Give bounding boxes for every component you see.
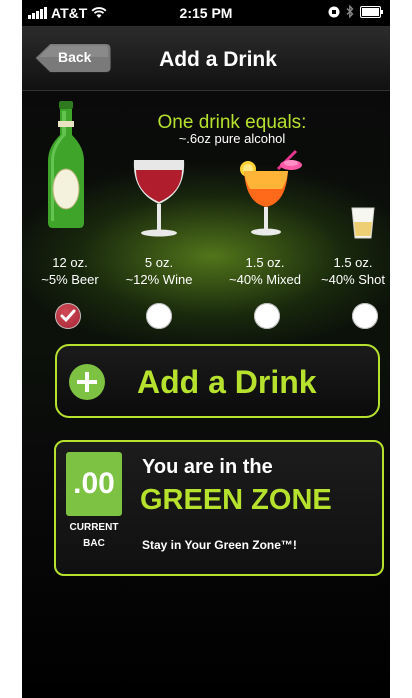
zone-name: GREEN ZONE bbox=[140, 484, 332, 516]
drink-size: 1.5 oz. bbox=[245, 255, 285, 270]
plus-icon bbox=[69, 364, 105, 400]
drink-option-shot-label: 1.5 oz. ~40% Shot bbox=[308, 254, 390, 288]
drink-desc: ~5% Beer bbox=[41, 272, 99, 287]
drink-size: 12 oz. bbox=[52, 255, 88, 270]
bac-zone-panel: .00 CURRENT BAC You are in the GREEN ZON… bbox=[54, 440, 384, 576]
battery-icon bbox=[360, 5, 383, 18]
drink-option-beer-label: 12 oz. ~5% Beer bbox=[25, 254, 115, 288]
shot-glass-icon[interactable] bbox=[350, 206, 376, 240]
phone-screen: AT&T 2:15 PM Back Add a Drink One drink … bbox=[22, 0, 390, 698]
drink-size: 1.5 oz. bbox=[333, 255, 373, 270]
status-icons bbox=[328, 5, 384, 18]
page-title: Add a Drink bbox=[159, 48, 277, 71]
add-drink-button[interactable]: Add a Drink bbox=[55, 344, 380, 418]
drink-option-mixed-label: 1.5 oz. ~40% Mixed bbox=[220, 254, 310, 288]
zone-tagline: Stay in Your Green Zone™! bbox=[142, 538, 297, 552]
drink-desc: ~40% Shot bbox=[321, 272, 385, 287]
drink-option-wine-label: 5 oz. ~12% Wine bbox=[114, 254, 204, 288]
drink-desc: ~40% Mixed bbox=[229, 272, 301, 287]
radio-wine[interactable] bbox=[146, 303, 172, 329]
drink-desc: ~12% Wine bbox=[125, 272, 193, 287]
wine-glass-icon[interactable] bbox=[130, 156, 188, 238]
radio-beer[interactable] bbox=[55, 303, 81, 329]
checkmark-icon bbox=[60, 309, 76, 323]
add-drink-label: Add a Drink bbox=[137, 364, 317, 400]
radio-mixed[interactable] bbox=[254, 303, 280, 329]
drink-size: 5 oz. bbox=[144, 255, 174, 270]
bluetooth-icon bbox=[346, 5, 354, 18]
status-bar: AT&T 2:15 PM bbox=[22, 0, 390, 26]
cocktail-glass-icon[interactable] bbox=[236, 149, 304, 241]
lock-rotation-icon bbox=[328, 6, 340, 17]
beer-bottle-icon[interactable] bbox=[46, 101, 86, 229]
navigation-bar: Back Add a Drink bbox=[22, 26, 390, 91]
bac-label-current: CURRENT bbox=[69, 522, 119, 533]
zone-intro-text: You are in the bbox=[142, 456, 273, 478]
bac-label-bac: BAC bbox=[83, 538, 105, 549]
radio-shot[interactable] bbox=[352, 303, 378, 329]
bac-value: .00 bbox=[66, 452, 122, 516]
main-content: One drink equals: ~.6oz pure alcohol 12 … bbox=[22, 91, 390, 698]
